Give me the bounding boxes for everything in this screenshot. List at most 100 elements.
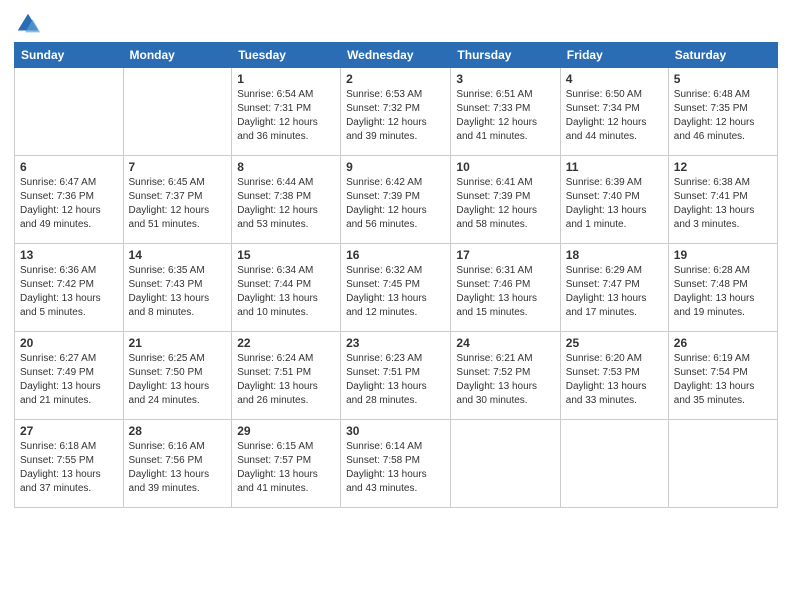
calendar-cell: 19 Sunrise: 6:28 AM Sunset: 7:48 PM Dayli…	[668, 244, 777, 332]
calendar-cell: 23 Sunrise: 6:23 AM Sunset: 7:51 PM Dayli…	[341, 332, 451, 420]
day-info: Sunrise: 6:34 AM Sunset: 7:44 PM Dayligh…	[237, 264, 335, 320]
day-info: Sunrise: 6:29 AM Sunset: 7:47 PM Dayligh…	[566, 264, 663, 320]
day-info: Sunrise: 6:41 AM Sunset: 7:39 PM Dayligh…	[456, 176, 554, 232]
day-info: Sunrise: 6:19 AM Sunset: 7:54 PM Dayligh…	[674, 352, 772, 408]
calendar-cell	[560, 420, 668, 508]
day-number: 4	[566, 72, 663, 86]
header	[14, 10, 778, 38]
week-row-3: 13 Sunrise: 6:36 AM Sunset: 7:42 PM Dayli…	[15, 244, 778, 332]
calendar-cell: 22 Sunrise: 6:24 AM Sunset: 7:51 PM Dayli…	[232, 332, 341, 420]
day-info: Sunrise: 6:21 AM Sunset: 7:52 PM Dayligh…	[456, 352, 554, 408]
calendar-cell: 1 Sunrise: 6:54 AM Sunset: 7:31 PM Daylig…	[232, 68, 341, 156]
day-number: 8	[237, 160, 335, 174]
day-number: 14	[129, 248, 227, 262]
calendar-cell: 30Sunrise: 6:14 AM Sunset: 7:58 PM Dayli…	[341, 420, 451, 508]
day-info: Sunrise: 6:18 AM Sunset: 7:55 PM Dayligh…	[20, 440, 118, 496]
day-info: Sunrise: 6:50 AM Sunset: 7:34 PM Dayligh…	[566, 88, 663, 144]
day-info: Sunrise: 6:24 AM Sunset: 7:51 PM Dayligh…	[237, 352, 335, 408]
day-info: Sunrise: 6:51 AM Sunset: 7:33 PM Dayligh…	[456, 88, 554, 144]
calendar-cell: 25 Sunrise: 6:20 AM Sunset: 7:53 PM Dayli…	[560, 332, 668, 420]
day-info: Sunrise: 6:47 AM Sunset: 7:36 PM Dayligh…	[20, 176, 118, 232]
day-info: Sunrise: 6:27 AM Sunset: 7:49 PM Dayligh…	[20, 352, 118, 408]
day-number: 19	[674, 248, 772, 262]
day-info: Sunrise: 6:14 AM Sunset: 7:58 PM Dayligh…	[346, 440, 445, 496]
logo-icon	[14, 10, 42, 38]
calendar-cell: 15 Sunrise: 6:34 AM Sunset: 7:44 PM Dayli…	[232, 244, 341, 332]
day-number: 5	[674, 72, 772, 86]
calendar-cell: 2 Sunrise: 6:53 AM Sunset: 7:32 PM Daylig…	[341, 68, 451, 156]
day-number: 23	[346, 336, 445, 350]
calendar-cell	[451, 420, 560, 508]
day-info: Sunrise: 6:16 AM Sunset: 7:56 PM Dayligh…	[129, 440, 227, 496]
calendar-cell: 28 Sunrise: 6:16 AM Sunset: 7:56 PM Dayli…	[123, 420, 232, 508]
day-number: 24	[456, 336, 554, 350]
day-number: 15	[237, 248, 335, 262]
logo	[14, 10, 46, 38]
day-info: Sunrise: 6:23 AM Sunset: 7:51 PM Dayligh…	[346, 352, 445, 408]
calendar-cell: 8 Sunrise: 6:44 AM Sunset: 7:38 PM Daylig…	[232, 156, 341, 244]
calendar-cell: 5 Sunrise: 6:48 AM Sunset: 7:35 PM Daylig…	[668, 68, 777, 156]
day-number: 21	[129, 336, 227, 350]
calendar-cell: 9 Sunrise: 6:42 AM Sunset: 7:39 PM Daylig…	[341, 156, 451, 244]
day-info: Sunrise: 6:36 AM Sunset: 7:42 PM Dayligh…	[20, 264, 118, 320]
day-number: 11	[566, 160, 663, 174]
day-number: 25	[566, 336, 663, 350]
calendar-cell: 16Sunrise: 6:32 AM Sunset: 7:45 PM Dayli…	[341, 244, 451, 332]
calendar-cell: 17 Sunrise: 6:31 AM Sunset: 7:46 PM Dayli…	[451, 244, 560, 332]
calendar-cell: 26 Sunrise: 6:19 AM Sunset: 7:54 PM Dayli…	[668, 332, 777, 420]
calendar-cell: 27 Sunrise: 6:18 AM Sunset: 7:55 PM Dayli…	[15, 420, 124, 508]
day-number: 2	[346, 72, 445, 86]
day-number: 26	[674, 336, 772, 350]
day-info: Sunrise: 6:25 AM Sunset: 7:50 PM Dayligh…	[129, 352, 227, 408]
day-number: 1	[237, 72, 335, 86]
weekday-header-saturday: Saturday	[668, 43, 777, 68]
day-number: 6	[20, 160, 118, 174]
day-info: Sunrise: 6:15 AM Sunset: 7:57 PM Dayligh…	[237, 440, 335, 496]
calendar-cell: 12Sunrise: 6:38 AM Sunset: 7:41 PM Dayli…	[668, 156, 777, 244]
calendar-cell: 13 Sunrise: 6:36 AM Sunset: 7:42 PM Dayli…	[15, 244, 124, 332]
day-info: Sunrise: 6:44 AM Sunset: 7:38 PM Dayligh…	[237, 176, 335, 232]
day-number: 9	[346, 160, 445, 174]
day-info: Sunrise: 6:54 AM Sunset: 7:31 PM Dayligh…	[237, 88, 335, 144]
day-number: 13	[20, 248, 118, 262]
day-info: Sunrise: 6:28 AM Sunset: 7:48 PM Dayligh…	[674, 264, 772, 320]
day-info: Sunrise: 6:45 AM Sunset: 7:37 PM Dayligh…	[129, 176, 227, 232]
day-info: Sunrise: 6:39 AM Sunset: 7:40 PM Dayligh…	[566, 176, 663, 232]
day-number: 18	[566, 248, 663, 262]
weekday-header-monday: Monday	[123, 43, 232, 68]
calendar-cell	[123, 68, 232, 156]
weekday-header-sunday: Sunday	[15, 43, 124, 68]
day-number: 7	[129, 160, 227, 174]
day-number: 22	[237, 336, 335, 350]
day-number: 17	[456, 248, 554, 262]
page: SundayMondayTuesdayWednesdayThursdayFrid…	[0, 0, 792, 612]
calendar-cell: 7 Sunrise: 6:45 AM Sunset: 7:37 PM Daylig…	[123, 156, 232, 244]
day-info: Sunrise: 6:32 AM Sunset: 7:45 PM Dayligh…	[346, 264, 445, 320]
day-info: Sunrise: 6:42 AM Sunset: 7:39 PM Dayligh…	[346, 176, 445, 232]
day-number: 29	[237, 424, 335, 438]
week-row-5: 27 Sunrise: 6:18 AM Sunset: 7:55 PM Dayli…	[15, 420, 778, 508]
calendar-cell: 20Sunrise: 6:27 AM Sunset: 7:49 PM Dayli…	[15, 332, 124, 420]
calendar-cell: 3 Sunrise: 6:51 AM Sunset: 7:33 PM Daylig…	[451, 68, 560, 156]
calendar-cell	[15, 68, 124, 156]
day-info: Sunrise: 6:35 AM Sunset: 7:43 PM Dayligh…	[129, 264, 227, 320]
day-info: Sunrise: 6:53 AM Sunset: 7:32 PM Dayligh…	[346, 88, 445, 144]
calendar-cell: 21 Sunrise: 6:25 AM Sunset: 7:50 PM Dayli…	[123, 332, 232, 420]
day-info: Sunrise: 6:38 AM Sunset: 7:41 PM Dayligh…	[674, 176, 772, 232]
day-number: 27	[20, 424, 118, 438]
day-number: 3	[456, 72, 554, 86]
day-info: Sunrise: 6:48 AM Sunset: 7:35 PM Dayligh…	[674, 88, 772, 144]
calendar-cell: 18 Sunrise: 6:29 AM Sunset: 7:47 PM Dayli…	[560, 244, 668, 332]
day-number: 28	[129, 424, 227, 438]
calendar-cell	[668, 420, 777, 508]
weekday-header-row: SundayMondayTuesdayWednesdayThursdayFrid…	[15, 43, 778, 68]
calendar-cell: 4 Sunrise: 6:50 AM Sunset: 7:34 PM Daylig…	[560, 68, 668, 156]
week-row-2: 6 Sunrise: 6:47 AM Sunset: 7:36 PM Daylig…	[15, 156, 778, 244]
calendar-cell: 10Sunrise: 6:41 AM Sunset: 7:39 PM Dayli…	[451, 156, 560, 244]
calendar-cell: 24 Sunrise: 6:21 AM Sunset: 7:52 PM Dayli…	[451, 332, 560, 420]
day-info: Sunrise: 6:20 AM Sunset: 7:53 PM Dayligh…	[566, 352, 663, 408]
calendar-cell: 14 Sunrise: 6:35 AM Sunset: 7:43 PM Dayli…	[123, 244, 232, 332]
day-info: Sunrise: 6:31 AM Sunset: 7:46 PM Dayligh…	[456, 264, 554, 320]
weekday-header-thursday: Thursday	[451, 43, 560, 68]
calendar-table: SundayMondayTuesdayWednesdayThursdayFrid…	[14, 42, 778, 508]
